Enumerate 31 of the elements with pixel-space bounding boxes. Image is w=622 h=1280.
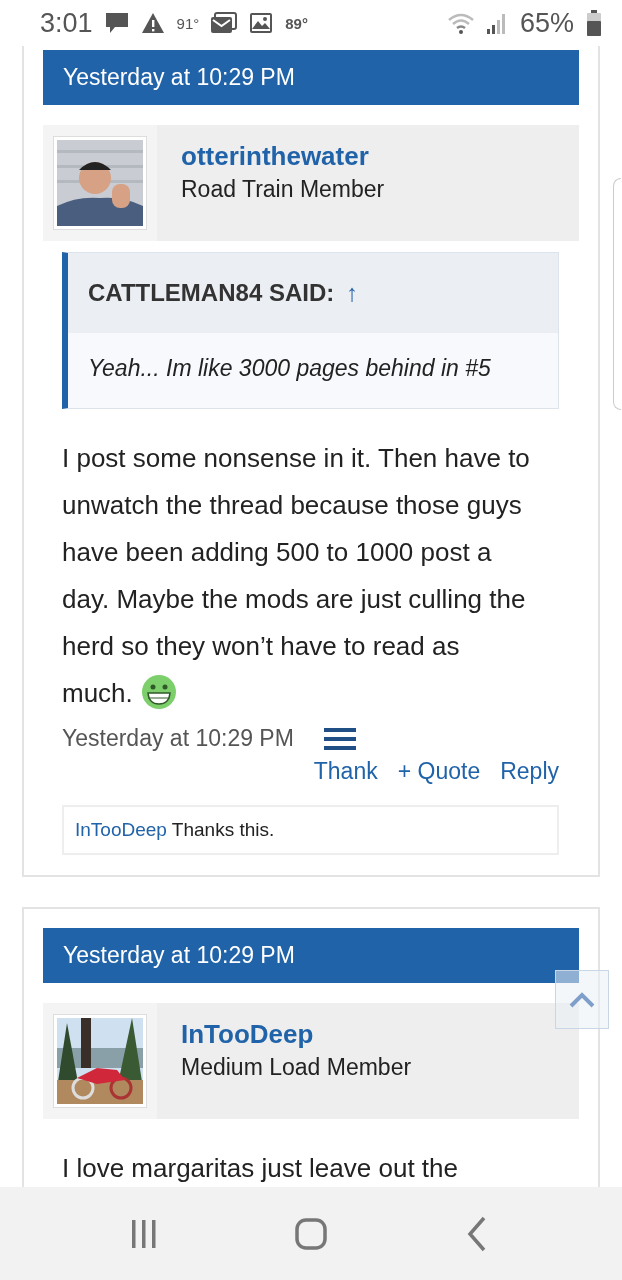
battery-percentage: 65%: [519, 7, 574, 39]
menu-icon[interactable]: [323, 727, 356, 750]
temperature: 89°: [285, 14, 308, 32]
post-date: Yesterday at 10:29 PM: [62, 725, 294, 752]
clock: 3:01: [40, 7, 93, 39]
author-name[interactable]: otterinthewater: [181, 141, 385, 172]
scroll-to-top-button[interactable]: [555, 970, 609, 1029]
warning-icon: [140, 12, 165, 34]
post-action-link[interactable]: + Quote: [397, 758, 481, 785]
quote-header: CATTLEMAN84 SAID:: [88, 279, 335, 307]
post-action-link[interactable]: Reply: [500, 758, 559, 785]
liker-link[interactable]: InTooDeep: [75, 819, 167, 840]
post-date-header: Yesterday at 10:29 PM: [43, 928, 579, 983]
wifi-icon: [447, 12, 474, 34]
post-action-link[interactable]: Thank: [313, 758, 378, 785]
quote-link[interactable]: ↑: [346, 279, 359, 307]
quote-text: Yeah... Im like 3000 pages behind in #5: [87, 354, 492, 383]
post-date-header: Yesterday at 10:29 PM: [43, 50, 579, 105]
temperature: 91°: [176, 14, 200, 32]
likes-text: Thanks this.: [171, 819, 275, 840]
signal-icon: [485, 12, 508, 34]
author-name[interactable]: InTooDeep: [181, 1019, 412, 1050]
battery-icon: [586, 10, 602, 36]
author-title: Medium Load Member: [181, 1054, 412, 1081]
post-text: I love margaritas just leave out the: [62, 1152, 459, 1185]
image-icon: [249, 12, 274, 34]
mail-icon: [211, 12, 238, 34]
post-text: I post some nonsense in it. Then have to unwatch the thread because those guys have been adding 500 to 1000 post a day. Maybe the mods are just culling the herd so they won’t have to read as much.: [62, 442, 531, 712]
author-title: Road Train Member: [181, 176, 385, 203]
message-icon: [104, 12, 129, 34]
chevron-up-icon: [569, 991, 595, 1008]
